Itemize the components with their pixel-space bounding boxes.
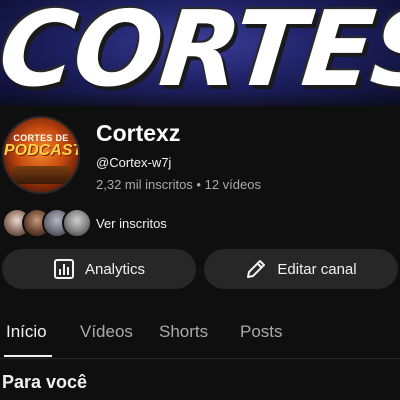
banner-fade [0, 92, 400, 106]
tab-videos[interactable]: Vídeos [80, 322, 133, 342]
tab-shorts[interactable]: Shorts [159, 322, 208, 342]
channel-tabs: Início Vídeos Shorts Posts [0, 310, 400, 359]
edit-channel-label: Editar canal [277, 260, 357, 278]
tab-posts[interactable]: Posts [240, 322, 283, 342]
analytics-button[interactable]: Analytics [2, 249, 196, 289]
analytics-icon [53, 258, 75, 280]
channel-banner: CORTES [0, 0, 400, 106]
active-tab-indicator [4, 355, 52, 357]
tab-inicio[interactable]: Início [6, 322, 47, 342]
subscriber-avatar [62, 208, 92, 238]
channel-avatar[interactable]: CORTES DE PODCAST [2, 116, 80, 194]
avatar-ring [2, 116, 80, 194]
banner-title: CORTES [0, 0, 400, 106]
analytics-label: Analytics [84, 260, 146, 278]
edit-channel-button[interactable]: Editar canal [204, 249, 398, 289]
channel-name: Cortexz [96, 120, 181, 146]
pencil-icon [245, 258, 267, 280]
channel-handle: @Cortex-w7j [96, 155, 172, 170]
section-title: Para você [2, 372, 88, 392]
channel-stats: 2,32 mil inscritos • 12 vídeos [96, 177, 261, 192]
view-subscribers-link[interactable]: Ver inscritos [96, 216, 167, 231]
